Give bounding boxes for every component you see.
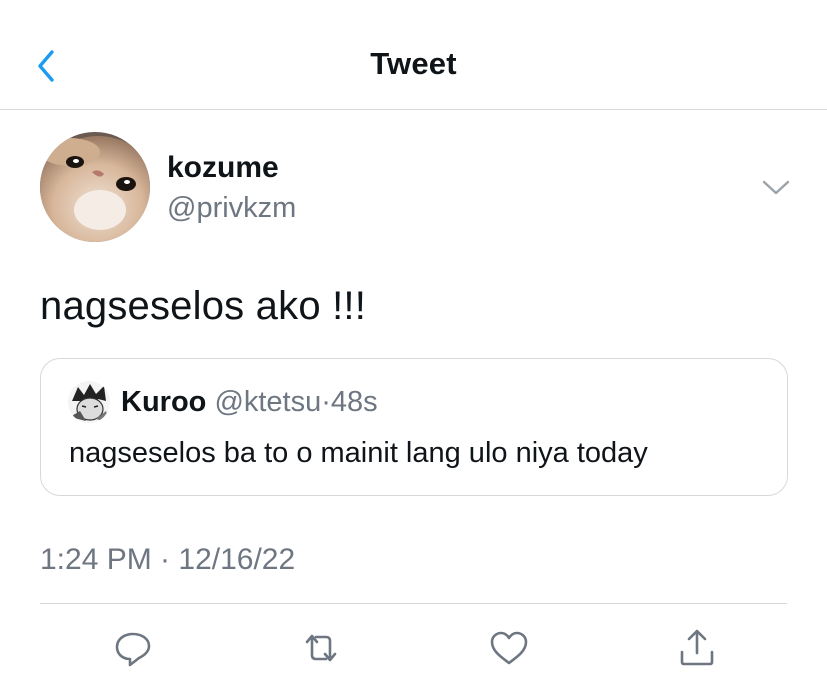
retweet-button[interactable] bbox=[299, 626, 343, 670]
author-handle[interactable]: @privkzm bbox=[167, 192, 296, 225]
page-title: Tweet bbox=[370, 46, 457, 81]
more-options-button[interactable] bbox=[758, 172, 794, 202]
share-button[interactable] bbox=[675, 626, 719, 670]
quoted-author-handle: @ktetsu bbox=[214, 386, 322, 418]
divider bbox=[40, 603, 787, 604]
chevron-down-icon bbox=[762, 180, 790, 195]
reply-icon bbox=[115, 632, 151, 667]
cat-face-avatar-icon bbox=[40, 132, 150, 242]
quoted-tweet-card[interactable]: Kuroo @ktetsu·48s nagseselos ba to o mai… bbox=[40, 358, 788, 496]
manga-avatar-icon bbox=[68, 381, 110, 423]
reply-button[interactable] bbox=[111, 626, 155, 670]
tweet-detail-screen: Tweet kozume @privkzm nagseselos ako !!!… bbox=[0, 0, 827, 694]
tweet-timestamp[interactable]: 1:24 PM · 12/16/22 bbox=[40, 543, 295, 577]
quoted-tweet-text: nagseselos ba to o mainit lang ulo niya … bbox=[69, 437, 648, 469]
meta-separator: · bbox=[321, 386, 331, 418]
heart-icon bbox=[490, 631, 528, 665]
quoted-tweet-age: 48s bbox=[330, 386, 378, 418]
author-display-name[interactable]: kozume bbox=[167, 151, 279, 185]
retweet-icon bbox=[305, 634, 337, 662]
header-bar: Tweet bbox=[0, 0, 827, 110]
like-button[interactable] bbox=[487, 626, 531, 670]
quoted-tweet-header: Kuroo @ktetsu·48s bbox=[121, 386, 378, 419]
quoted-author-name: Kuroo bbox=[121, 386, 207, 418]
tweet-text: nagseselos ako !!! bbox=[40, 284, 367, 328]
author-avatar[interactable] bbox=[40, 132, 150, 242]
share-icon bbox=[680, 629, 714, 666]
quoted-author-avatar bbox=[68, 381, 110, 423]
